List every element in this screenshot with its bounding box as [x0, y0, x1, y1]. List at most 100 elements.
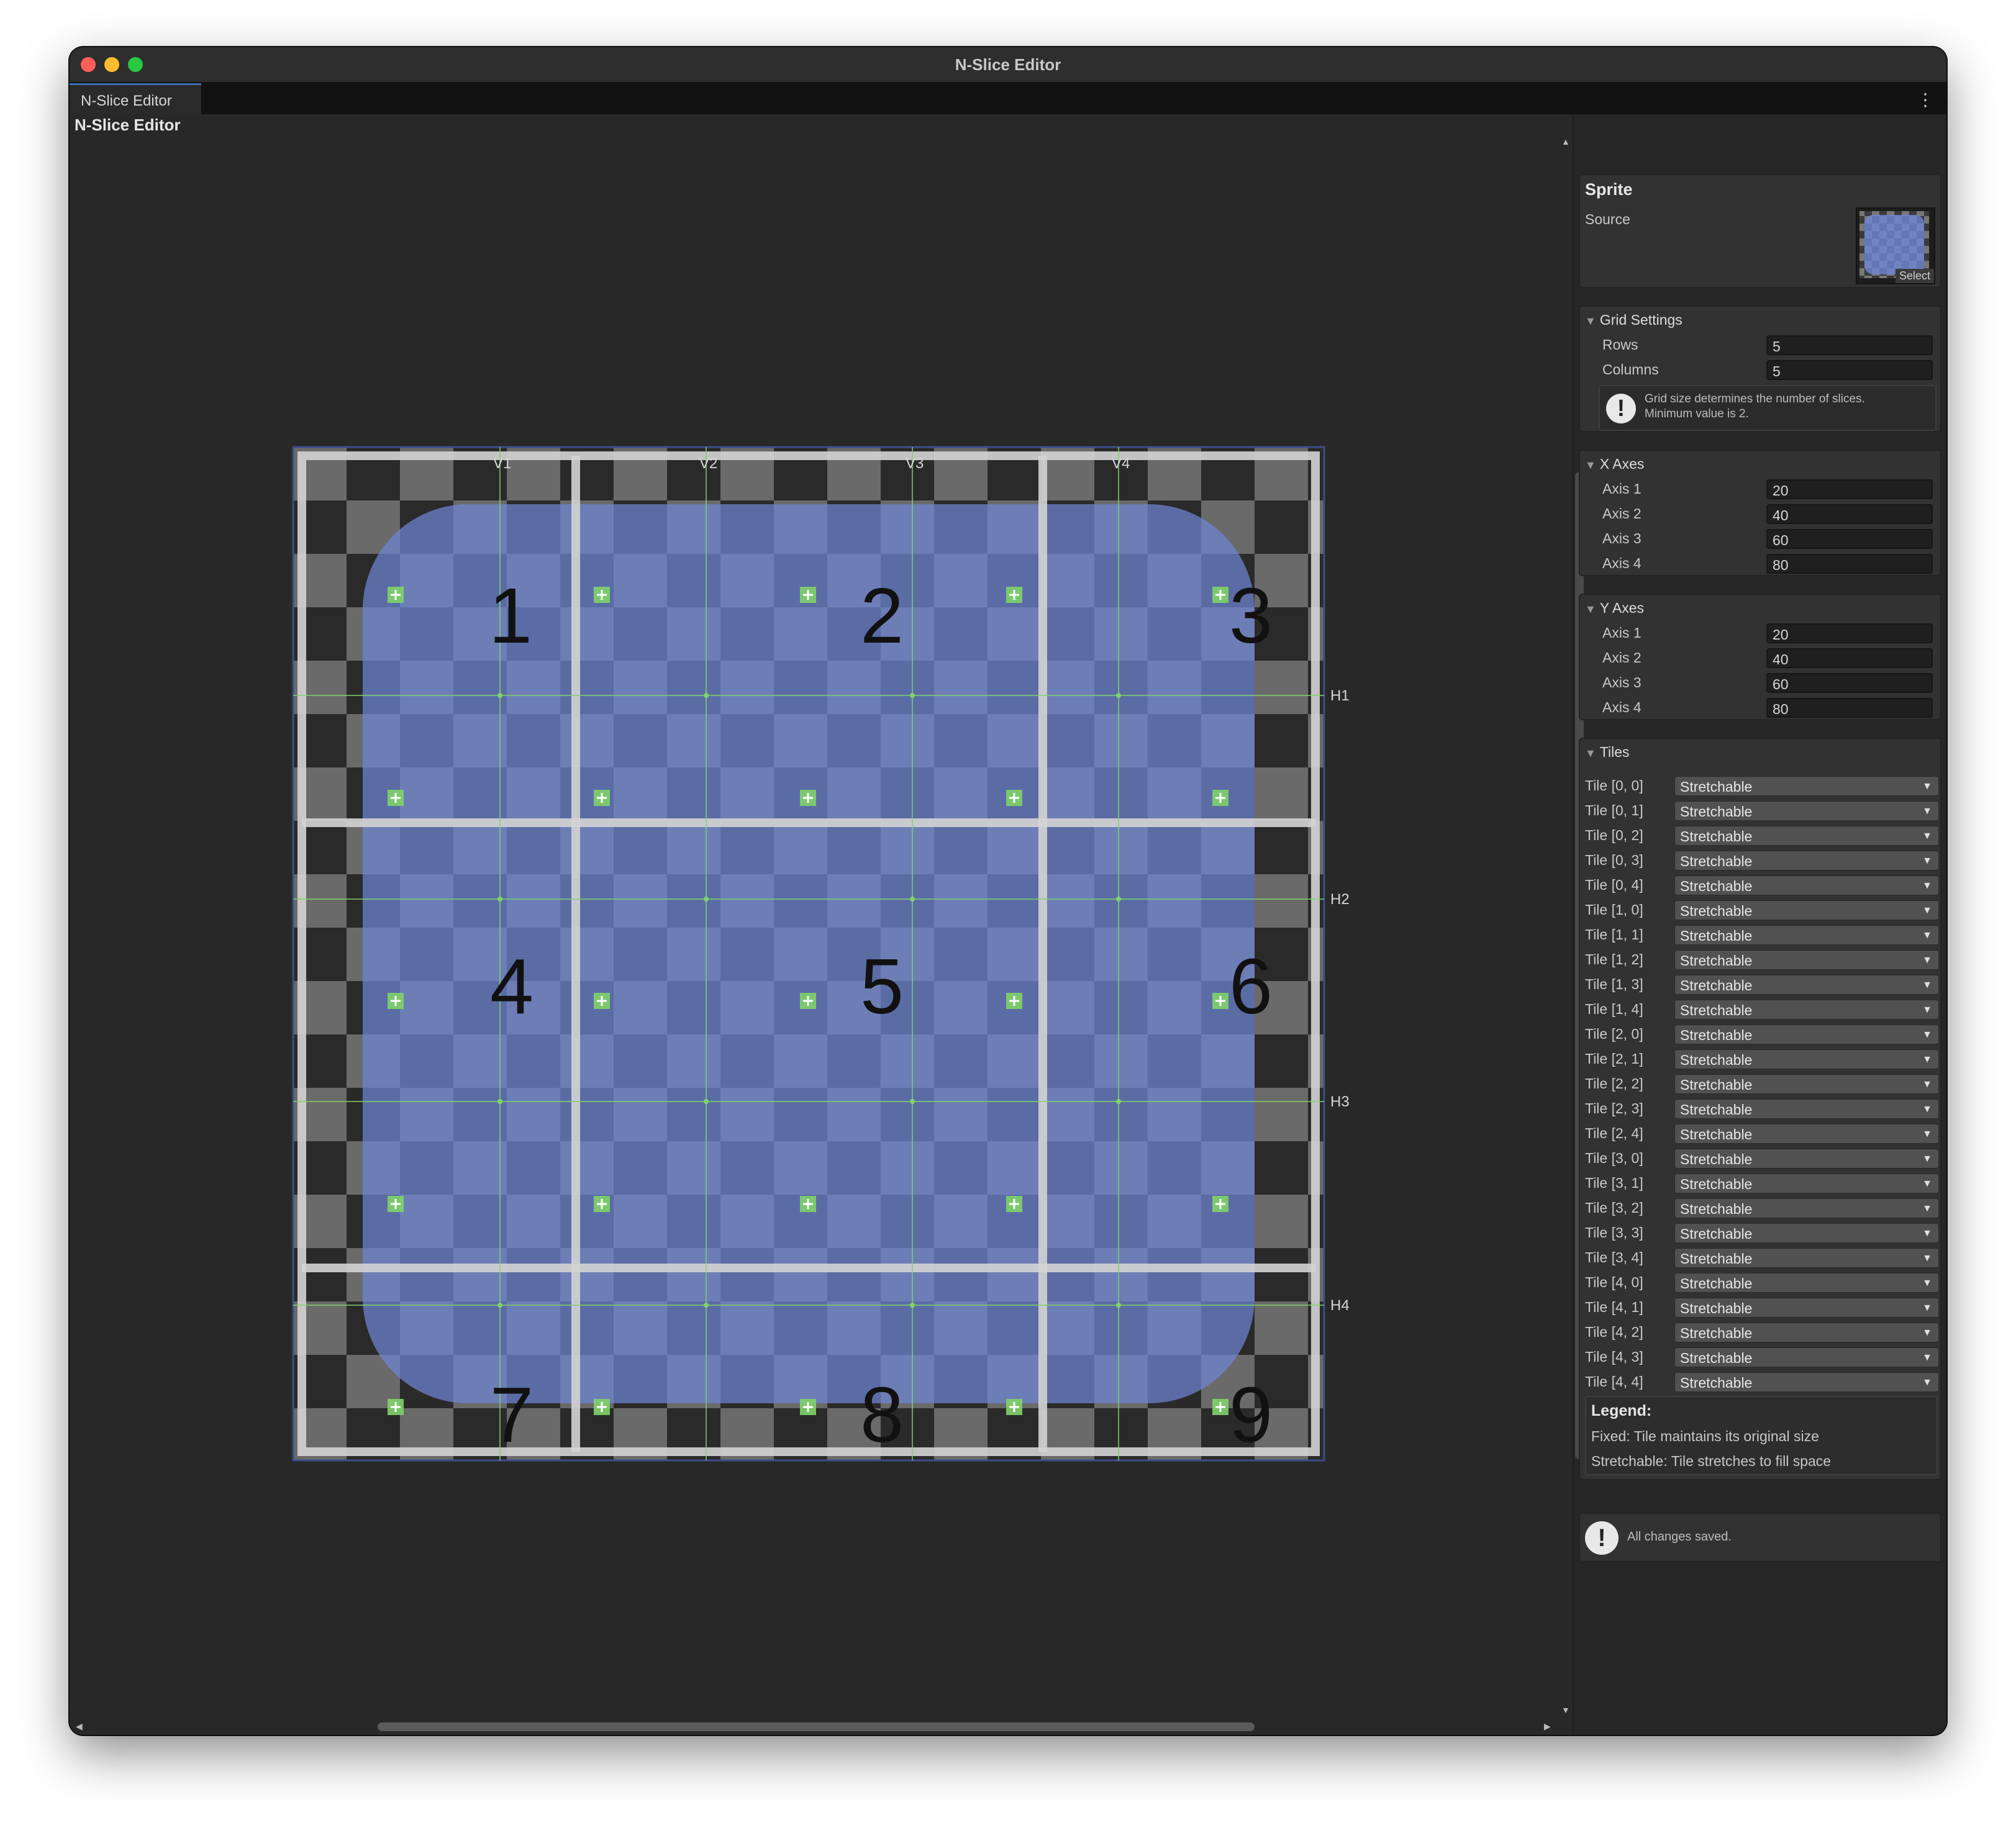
- tile-mode-dropdown[interactable]: Stretchable ▼: [1674, 900, 1939, 920]
- control-handle[interactable]: [594, 993, 610, 1009]
- foldout-arrow-icon: ▼: [1585, 315, 1596, 327]
- horizontal-scroll-thumb[interactable]: [378, 1722, 1255, 1731]
- dropdown-arrow-icon: ▼: [1922, 856, 1932, 866]
- control-handle[interactable]: [1212, 1196, 1228, 1212]
- x-axis-1-field[interactable]: 20: [1766, 479, 1933, 499]
- control-handle[interactable]: [800, 587, 816, 603]
- tile-mode-dropdown[interactable]: Stretchable ▼: [1674, 1074, 1939, 1094]
- y-axis-3-label: Axis 3: [1602, 674, 1641, 690]
- control-handle[interactable]: [388, 587, 404, 603]
- tab-n-slice-editor[interactable]: N-Slice Editor: [70, 83, 201, 114]
- tile-mode-dropdown[interactable]: Stretchable ▼: [1674, 1298, 1939, 1318]
- tile-mode-value: Stretchable: [1680, 878, 1753, 894]
- control-handle[interactable]: [594, 1196, 610, 1212]
- control-handle[interactable]: [800, 1399, 816, 1415]
- tile-mode-dropdown[interactable]: Stretchable ▼: [1674, 1124, 1939, 1144]
- tile-mode-dropdown[interactable]: Stretchable ▼: [1674, 1198, 1939, 1218]
- control-handle[interactable]: [594, 1399, 610, 1415]
- slice-canvas[interactable]: V1 V2 V3 V4 H1 H2 H3 H4 1 2 3 4 5 6 7 8 …: [70, 138, 1560, 1715]
- dropdown-arrow-icon: ▼: [1922, 1129, 1932, 1139]
- control-handle[interactable]: [388, 1196, 404, 1212]
- tile-mode-value: Stretchable: [1680, 977, 1753, 993]
- tile-mode-dropdown[interactable]: Stretchable ▼: [1674, 1223, 1939, 1243]
- tile-mode-dropdown[interactable]: Stretchable ▼: [1674, 851, 1939, 871]
- tile-mode-dropdown[interactable]: Stretchable ▼: [1674, 950, 1939, 970]
- y-axis-1-field[interactable]: 20: [1766, 623, 1933, 643]
- tile-mode-dropdown[interactable]: Stretchable ▼: [1674, 1372, 1939, 1392]
- control-handle[interactable]: [1006, 790, 1022, 806]
- dropdown-arrow-icon: ▼: [1922, 1079, 1932, 1090]
- tile-mode-value: Stretchable: [1680, 1027, 1753, 1043]
- tile-mode-dropdown[interactable]: Stretchable ▼: [1674, 1099, 1939, 1119]
- tile-mode-dropdown[interactable]: Stretchable ▼: [1674, 801, 1939, 821]
- v2-label: V2: [699, 455, 717, 472]
- control-handle[interactable]: [388, 993, 404, 1009]
- x-axis-2-field[interactable]: 40: [1766, 504, 1933, 524]
- dropdown-arrow-icon: ▼: [1922, 905, 1932, 916]
- tile-mode-dropdown[interactable]: Stretchable ▼: [1674, 826, 1939, 846]
- x-axis-4-field[interactable]: 80: [1766, 554, 1933, 574]
- editor-header-label: N-Slice Editor: [75, 115, 181, 134]
- tile-mode-dropdown[interactable]: Stretchable ▼: [1674, 876, 1939, 895]
- columns-field[interactable]: 5: [1766, 360, 1933, 380]
- tile-mode-dropdown[interactable]: Stretchable ▼: [1674, 1273, 1939, 1293]
- dropdown-arrow-icon: ▼: [1922, 930, 1932, 941]
- source-sprite-field[interactable]: Select: [1856, 207, 1935, 284]
- dropdown-arrow-icon: ▼: [1922, 806, 1932, 817]
- tile-label: Tile [4, 1]: [1585, 1299, 1643, 1315]
- control-handle[interactable]: [1212, 993, 1228, 1009]
- x-axes-section: ▼ X Axes Axis 1 20 Axis 2 40 Axis 3 60 Ax…: [1579, 450, 1941, 576]
- tile-mode-dropdown[interactable]: Stretchable ▼: [1674, 1174, 1939, 1193]
- x-axis-3-field[interactable]: 60: [1766, 529, 1933, 549]
- tile-mode-dropdown[interactable]: Stretchable ▼: [1674, 1347, 1939, 1367]
- dropdown-arrow-icon: ▼: [1922, 1377, 1932, 1388]
- dropdown-arrow-icon: ▼: [1922, 1104, 1932, 1115]
- dropdown-arrow-icon: ▼: [1922, 1203, 1932, 1214]
- control-handle[interactable]: [388, 790, 404, 806]
- tile-mode-dropdown[interactable]: Stretchable ▼: [1674, 1323, 1939, 1342]
- grid-settings-header[interactable]: ▼ Grid Settings: [1585, 312, 1682, 328]
- slice-number-5: 5: [860, 943, 904, 1030]
- dropdown-arrow-icon: ▼: [1922, 1253, 1932, 1264]
- tile-mode-value: Stretchable: [1680, 1176, 1753, 1192]
- control-handle[interactable]: [1212, 587, 1228, 603]
- control-handle[interactable]: [1006, 1399, 1022, 1415]
- control-handle[interactable]: [1212, 1399, 1228, 1415]
- control-handle[interactable]: [800, 790, 816, 806]
- more-options-icon[interactable]: ⋮: [1917, 89, 1934, 110]
- tile-mode-dropdown[interactable]: Stretchable ▼: [1674, 1025, 1939, 1044]
- tile-mode-dropdown[interactable]: Stretchable ▼: [1674, 1049, 1939, 1069]
- y-axis-1-label: Axis 1: [1602, 625, 1641, 641]
- control-handle[interactable]: [1212, 790, 1228, 806]
- y-axes-header[interactable]: ▼ Y Axes: [1585, 600, 1644, 617]
- control-handle[interactable]: [594, 587, 610, 603]
- rows-field[interactable]: 5: [1766, 335, 1933, 355]
- y-axis-3-field[interactable]: 60: [1766, 673, 1933, 693]
- canvas-vertical-scrollbar[interactable]: ▲ ▼: [1559, 137, 1571, 1719]
- control-handle[interactable]: [1006, 587, 1022, 603]
- control-handle[interactable]: [388, 1399, 404, 1415]
- x-axes-header[interactable]: ▼ X Axes: [1585, 456, 1644, 473]
- control-handle[interactable]: [1006, 1196, 1022, 1212]
- canvas-horizontal-scrollbar[interactable]: ◀ ▶: [70, 1717, 1560, 1735]
- slice-number-7: 7: [490, 1371, 534, 1459]
- control-handle[interactable]: [594, 790, 610, 806]
- tile-mode-dropdown[interactable]: Stretchable ▼: [1674, 975, 1939, 995]
- tile-mode-dropdown[interactable]: Stretchable ▼: [1674, 1248, 1939, 1268]
- tile-mode-dropdown[interactable]: Stretchable ▼: [1674, 1149, 1939, 1169]
- control-handle[interactable]: [1006, 993, 1022, 1009]
- sprite-preview-svg[interactable]: V1 V2 V3 V4 H1 H2 H3 H4 1 2 3 4 5 6 7 8 …: [70, 138, 1560, 1715]
- y-axis-4-field[interactable]: 80: [1766, 698, 1933, 718]
- control-handle[interactable]: [800, 1196, 816, 1212]
- y-axis-2-field[interactable]: 40: [1766, 648, 1933, 668]
- tiles-header[interactable]: ▼ Tiles: [1585, 744, 1630, 761]
- select-sprite-button[interactable]: Select: [1895, 269, 1934, 283]
- tile-mode-dropdown[interactable]: Stretchable ▼: [1674, 776, 1939, 796]
- tile-mode-value: Stretchable: [1680, 853, 1753, 869]
- legend-stretchable: Stretchable: Tile stretches to fill spac…: [1591, 1453, 1832, 1469]
- tile-mode-dropdown[interactable]: Stretchable ▼: [1674, 925, 1939, 945]
- tile-mode-dropdown[interactable]: Stretchable ▼: [1674, 1000, 1939, 1020]
- status-message: All changes saved.: [1627, 1530, 1732, 1544]
- control-handle[interactable]: [800, 993, 816, 1009]
- tiles-section: ▼ Tiles Tile [0, 0] Stretchable ▼ Tile [0, 1…: [1579, 738, 1941, 1480]
